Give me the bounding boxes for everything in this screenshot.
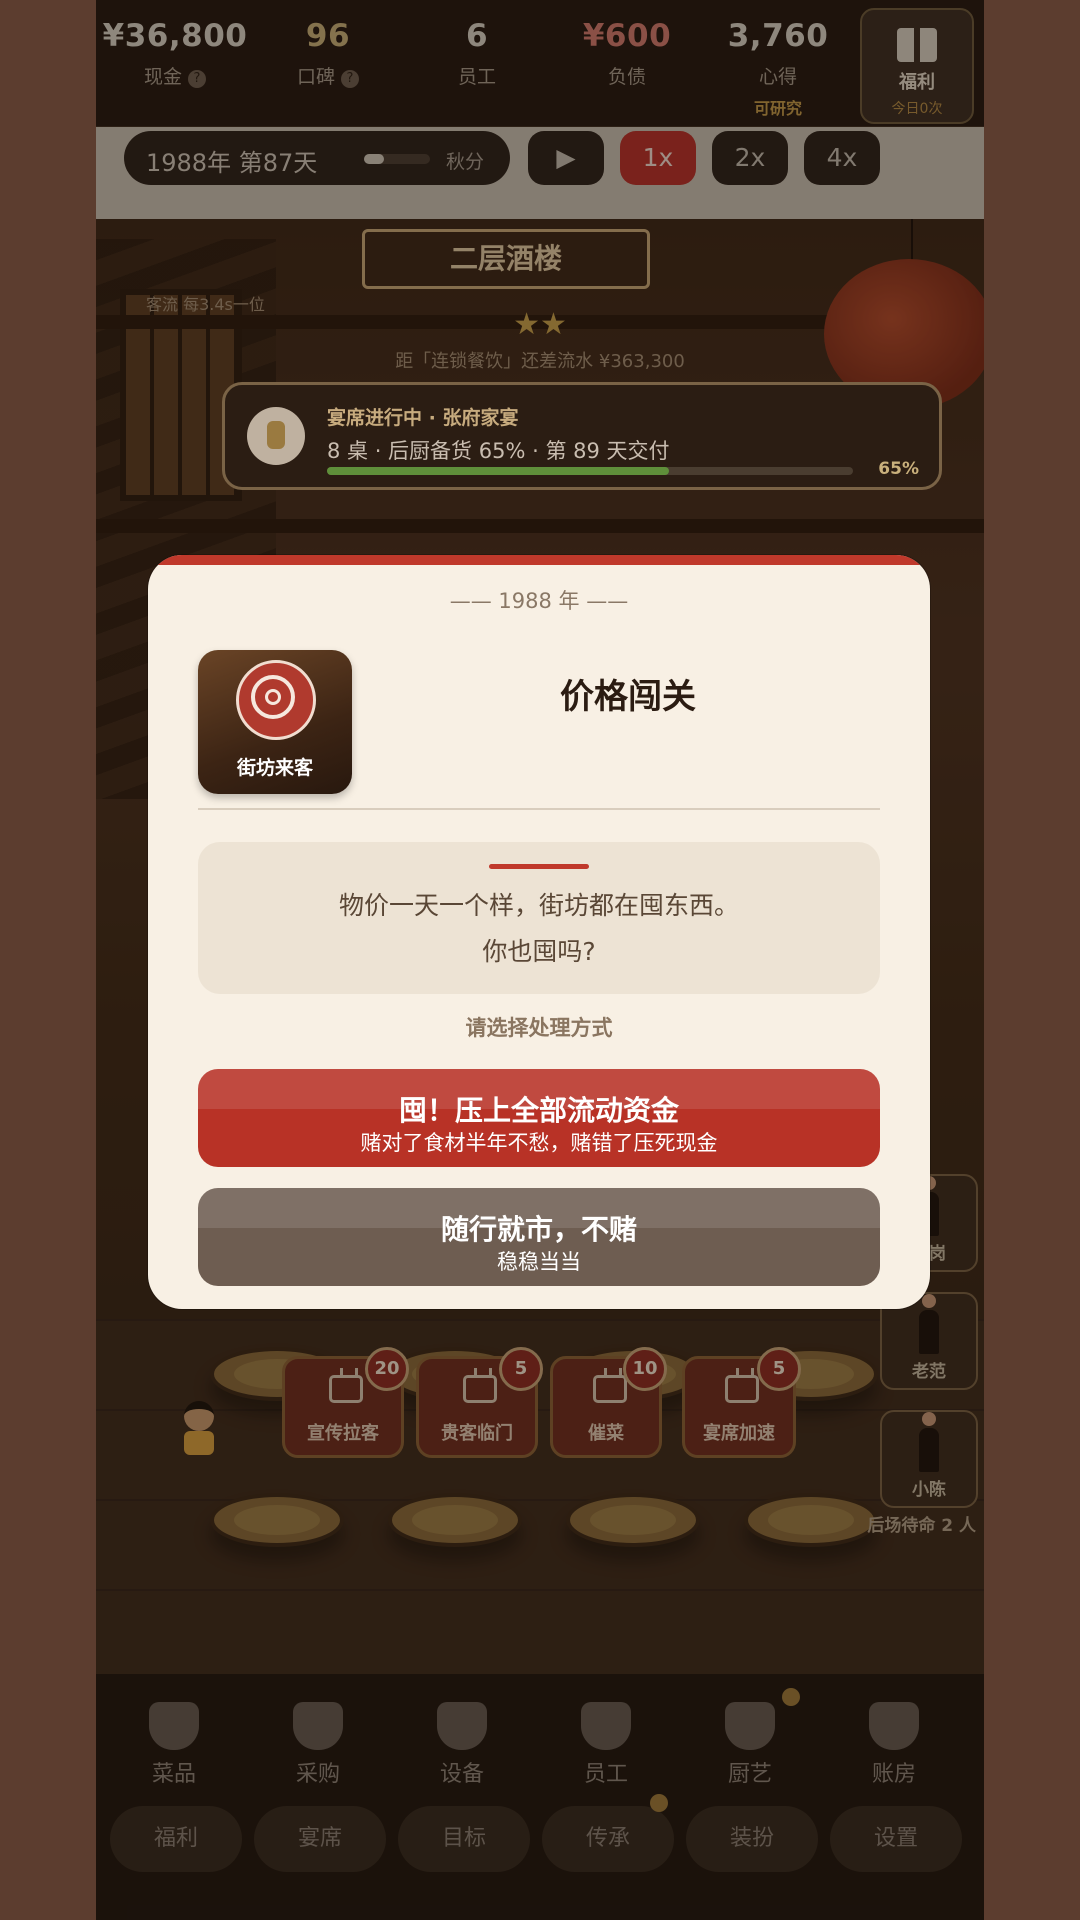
dialog-year: —— 1988 年 —— [449, 589, 629, 613]
banquet-status-card[interactable]: 宴席进行中 · 张府家宴 8 桌 · 后厨备货 65% · 第 89 天交付 6… [222, 382, 942, 490]
wine-jar-icon [247, 407, 305, 465]
target-icon [236, 660, 316, 740]
banquet-title: 宴席进行中 · 张府家宴 [327, 407, 519, 429]
banquet-progress-fill [327, 467, 669, 475]
event-dialog: —— 1988 年 —— 街坊来客 价格闯关 物价一天一个样，街坊都在囤东西。 … [148, 555, 930, 1309]
dialog-title: 价格闯关 [560, 677, 696, 717]
banquet-detail: 8 桌 · 后厨备货 65% · 第 89 天交付 [327, 439, 670, 463]
divider [198, 808, 880, 810]
story-accent [489, 864, 589, 869]
story-line-2: 你也囤吗? [482, 937, 596, 966]
story-box: 物价一天一个样，街坊都在囤东西。 你也囤吗? [198, 842, 880, 994]
story-line-1: 物价一天一个样，街坊都在囤东西。 [338, 891, 739, 920]
option-subtitle: 稳稳当当 [497, 1250, 581, 1274]
event-thumbnail: 街坊来客 [198, 650, 352, 794]
choose-prompt: 请选择处理方式 [465, 1016, 613, 1040]
banquet-progress-label: 65% [878, 459, 919, 479]
thumbnail-label: 街坊来客 [236, 757, 313, 779]
game-screen: ¥36,800 现金? 96 口碑? 6 员工 ¥600 负债 3,760 心得… [96, 0, 984, 1920]
option-subtitle: 赌对了食材半年不愁，赌错了压死现金 [360, 1131, 718, 1155]
hoard-option-button[interactable]: 囤！压上全部流动资金 赌对了食材半年不愁，赌错了压死现金 [198, 1069, 880, 1167]
option-title: 囤！压上全部流动资金 [398, 1094, 679, 1127]
no-gamble-option-button[interactable]: 随行就市，不赌 稳稳当当 [198, 1188, 880, 1286]
banquet-progress [327, 467, 853, 475]
dialog-accent-bar [148, 555, 930, 565]
option-title: 随行就市，不赌 [440, 1213, 637, 1246]
